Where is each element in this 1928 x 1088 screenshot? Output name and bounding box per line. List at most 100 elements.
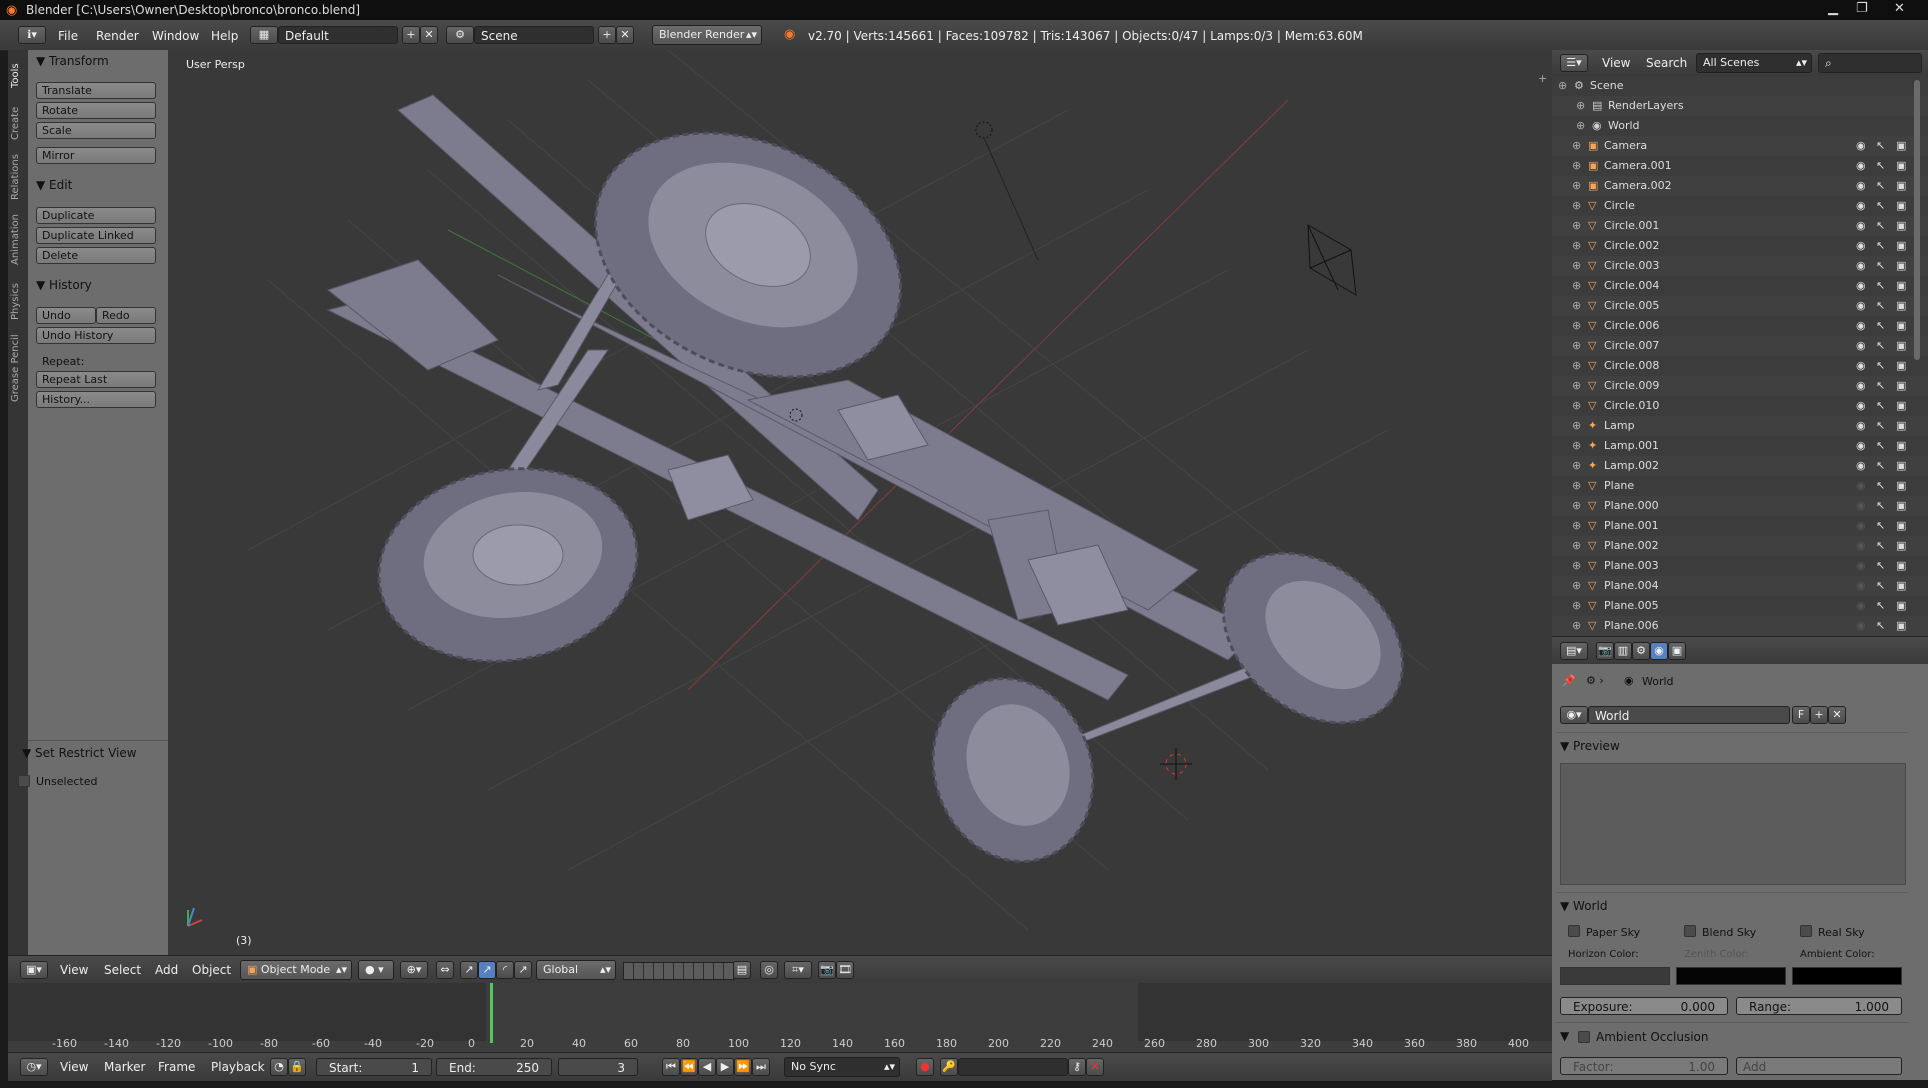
- expand-icon[interactable]: ⊕: [1572, 239, 1581, 252]
- world-panel-header[interactable]: ▼ World: [1560, 899, 1607, 913]
- expand-icon[interactable]: ⊕: [1572, 379, 1581, 392]
- duplicate-button[interactable]: Duplicate: [36, 207, 156, 224]
- outliner-item-label[interactable]: Circle.004: [1604, 279, 1659, 292]
- outliner-row[interactable]: ⊕ ▽ Plane.001 ◉ ↖ ▣: [1552, 516, 1928, 536]
- eye-icon[interactable]: ◉: [1856, 519, 1866, 532]
- undo-history-button[interactable]: Undo History: [36, 327, 156, 344]
- keying-set-icon[interactable]: 🔑: [940, 1058, 958, 1076]
- remove-scene-icon[interactable]: ✕: [616, 26, 634, 44]
- eye-icon[interactable]: ◉: [1856, 499, 1866, 512]
- menu-object[interactable]: Object: [192, 963, 231, 977]
- outliner-row[interactable]: ⊕ ✦ Lamp ◉ ↖ ▣: [1552, 416, 1928, 436]
- outliner-row[interactable]: ⊕ ▽ Circle.004 ◉ ↖ ▣: [1552, 276, 1928, 296]
- eye-icon[interactable]: ◉: [1856, 219, 1866, 232]
- lock-range-icon[interactable]: 🔒: [288, 1058, 306, 1076]
- render-toggle-icon[interactable]: ▣: [1896, 299, 1906, 312]
- ao-factor-field[interactable]: Factor: 1.00: [1560, 1057, 1728, 1075]
- lock-layers-icon[interactable]: ▤: [733, 961, 751, 979]
- translate-manipulator-icon[interactable]: ↗: [460, 961, 478, 979]
- minimize-icon[interactable]: ▁: [1828, 1, 1838, 16]
- render-toggle-icon[interactable]: ▣: [1896, 219, 1906, 232]
- tab-grease-pencil[interactable]: Grease Pencil: [10, 334, 21, 402]
- layer-buttons[interactable]: [623, 962, 735, 980]
- fake-user-button[interactable]: F: [1792, 706, 1810, 724]
- menu-marker[interactable]: Marker: [104, 1060, 145, 1074]
- expand-icon[interactable]: ⊕: [1572, 219, 1581, 232]
- outliner-item-label[interactable]: Lamp: [1604, 419, 1635, 432]
- jump-start-icon[interactable]: ⏮: [662, 1058, 680, 1076]
- eye-icon[interactable]: ◉: [1856, 479, 1866, 492]
- expand-icon[interactable]: ⊕: [1572, 619, 1581, 632]
- outliner-item-label[interactable]: Circle.003: [1604, 259, 1659, 272]
- exposure-field[interactable]: Exposure: 0.000: [1560, 997, 1728, 1015]
- history-panel-header[interactable]: ▼ History: [36, 278, 92, 292]
- expand-icon[interactable]: ⊕: [1572, 139, 1581, 152]
- cursor-select-icon[interactable]: ↖: [1876, 139, 1885, 152]
- history-button[interactable]: History...: [36, 391, 156, 408]
- cursor-select-icon[interactable]: ↖: [1876, 559, 1885, 572]
- world-name-field[interactable]: World: [1588, 706, 1790, 724]
- screen-layout-field[interactable]: Default: [278, 26, 398, 44]
- outliner-row[interactable]: ⊕ ✦ Lamp.002 ◉ ↖ ▣: [1552, 456, 1928, 476]
- end-frame-field[interactable]: End: 250: [436, 1058, 552, 1076]
- scale-manipulator-icon[interactable]: ◜: [496, 961, 514, 979]
- expand-icon[interactable]: ⊕: [1572, 399, 1581, 412]
- render-toggle-icon[interactable]: ▣: [1896, 419, 1906, 432]
- pin-icon[interactable]: 📌: [1562, 674, 1576, 687]
- outliner-item-label[interactable]: Plane.003: [1604, 559, 1659, 572]
- scene-field[interactable]: Scene: [474, 26, 594, 44]
- expand-icon[interactable]: ⊕: [1572, 199, 1581, 212]
- cursor-select-icon[interactable]: ↖: [1876, 579, 1885, 592]
- outliner-row[interactable]: ⊕ ▽ Circle.005 ◉ ↖ ▣: [1552, 296, 1928, 316]
- outliner-row[interactable]: ⊕ ▽ Circle.007 ◉ ↖ ▣: [1552, 336, 1928, 356]
- cursor-select-icon[interactable]: ↖: [1876, 519, 1885, 532]
- outliner-item-label[interactable]: Circle: [1604, 199, 1635, 212]
- render-toggle-icon[interactable]: ▣: [1896, 479, 1906, 492]
- expand-icon[interactable]: ⊕: [1572, 559, 1581, 572]
- outliner-item-label[interactable]: Plane.006: [1604, 619, 1659, 632]
- outliner-display-select[interactable]: All Scenes ▴▾: [1696, 53, 1812, 73]
- play-reverse-icon[interactable]: ◀: [698, 1058, 716, 1076]
- render-toggle-icon[interactable]: ▣: [1896, 199, 1906, 212]
- eye-icon[interactable]: ◉: [1856, 579, 1866, 592]
- render-toggle-icon[interactable]: ▣: [1896, 579, 1906, 592]
- outliner-row[interactable]: ⊕ ▽ Plane.006 ◉ ↖ ▣: [1552, 616, 1928, 636]
- eye-icon[interactable]: ◉: [1856, 159, 1866, 172]
- range-field[interactable]: Range: 1.000: [1736, 997, 1902, 1015]
- delete-keyframe-icon[interactable]: ✕: [1086, 1058, 1104, 1076]
- outliner-row[interactable]: ⊕ ▽ Circle.001 ◉ ↖ ▣: [1552, 216, 1928, 236]
- cursor-select-icon[interactable]: ↖: [1876, 399, 1885, 412]
- eye-icon[interactable]: ◉: [1856, 239, 1866, 252]
- maximize-icon[interactable]: ❐: [1856, 1, 1868, 16]
- outliner-item-label[interactable]: Camera.002: [1604, 179, 1672, 192]
- translate-button[interactable]: Translate: [36, 82, 156, 99]
- add-world-icon[interactable]: +: [1810, 706, 1828, 724]
- snap-icon[interactable]: ⌗▾: [784, 961, 812, 979]
- manipulator-toggle-icon[interactable]: ⇔: [436, 961, 454, 979]
- start-frame-field[interactable]: Start: 1: [316, 1058, 432, 1076]
- outliner-row[interactable]: ⊕ ▽ Circle ◉ ↖ ▣: [1552, 196, 1928, 216]
- render-layers-context-icon[interactable]: ▥: [1614, 642, 1632, 660]
- viewport-corner-plus-icon[interactable]: +: [1538, 72, 1547, 85]
- outliner-row[interactable]: ⊕ ◉ World: [1552, 116, 1928, 136]
- menu-file[interactable]: File: [58, 29, 78, 43]
- delete-button[interactable]: Delete: [36, 247, 156, 264]
- menu-select[interactable]: Select: [104, 963, 141, 977]
- cursor-select-icon[interactable]: ↖: [1876, 439, 1885, 452]
- timeline-playhead[interactable]: [490, 983, 493, 1043]
- outliner-row[interactable]: ⊕ ▽ Plane.000 ◉ ↖ ▣: [1552, 496, 1928, 516]
- eye-icon[interactable]: ◉: [1856, 299, 1866, 312]
- eye-icon[interactable]: ◉: [1856, 379, 1866, 392]
- outliner-row[interactable]: ⊕ ▣ Camera.002 ◉ ↖ ▣: [1552, 176, 1928, 196]
- scale-button[interactable]: Scale: [36, 122, 156, 139]
- expand-icon[interactable]: ⊕: [1572, 499, 1581, 512]
- outliner-row[interactable]: ⊕ ▤ RenderLayers: [1552, 96, 1928, 116]
- menu-help[interactable]: Help: [211, 29, 238, 43]
- expand-icon[interactable]: ⊕: [1572, 279, 1581, 292]
- tab-physics[interactable]: Physics: [10, 283, 21, 320]
- outliner-item-label[interactable]: Circle.006: [1604, 319, 1659, 332]
- expand-icon[interactable]: ⊕: [1558, 79, 1567, 92]
- eye-icon[interactable]: ◉: [1856, 359, 1866, 372]
- eye-icon[interactable]: ◉: [1856, 179, 1866, 192]
- editor-type-timeline-icon[interactable]: ◷▾: [20, 1058, 48, 1076]
